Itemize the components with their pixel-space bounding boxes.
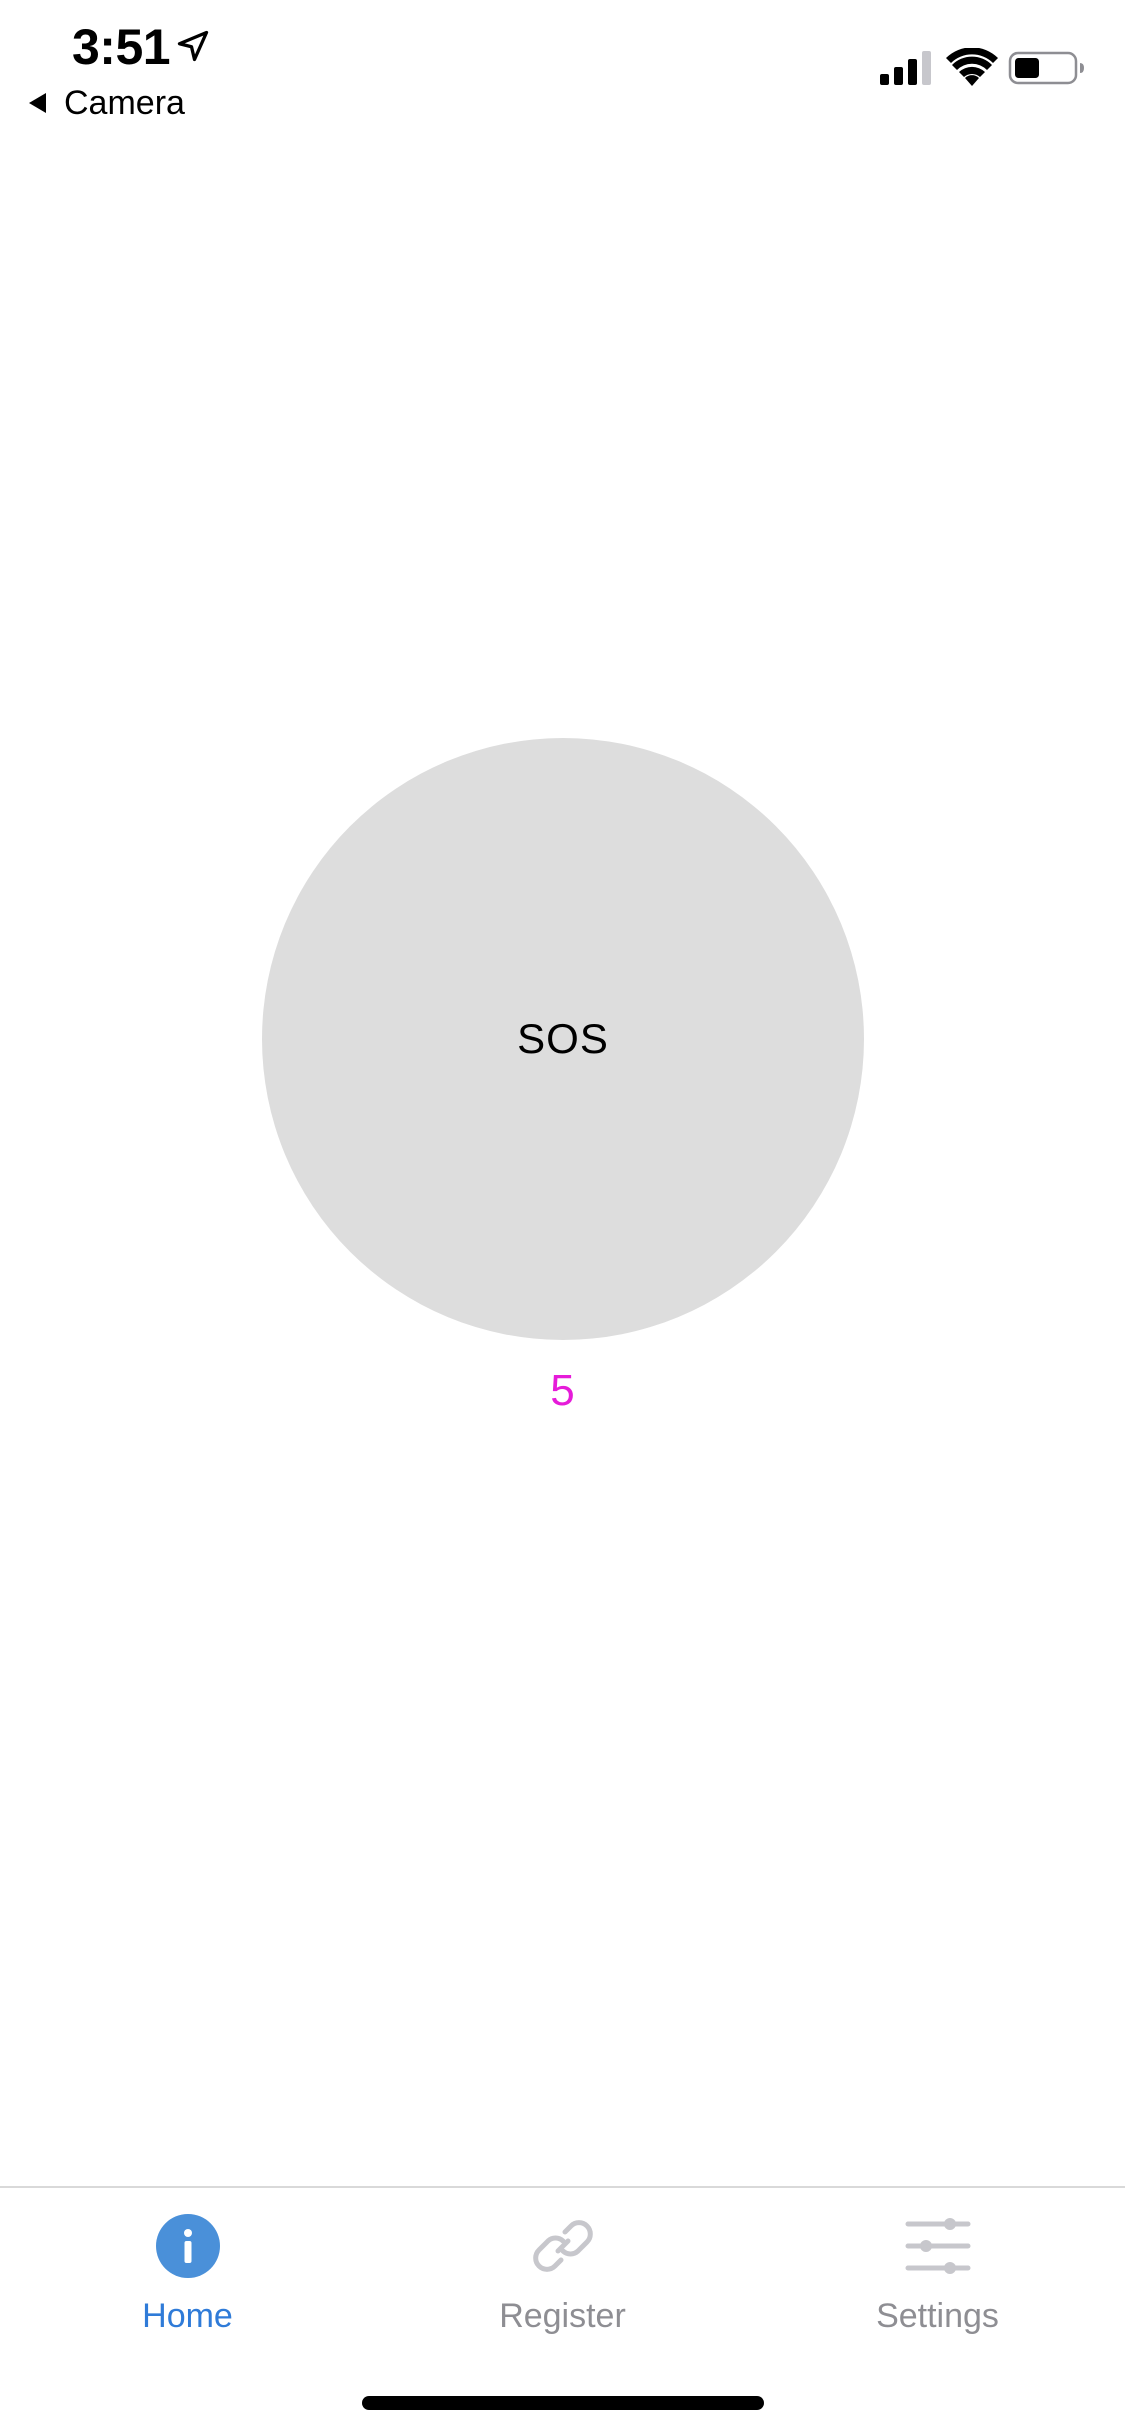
- battery-icon: [1008, 51, 1084, 85]
- tab-home[interactable]: Home: [0, 2188, 375, 2378]
- countdown-value: 5: [550, 1366, 575, 1415]
- tab-settings-label: Settings: [876, 2297, 999, 2335]
- location-arrow-icon: [177, 30, 209, 62]
- screen: 3:51 Camera SOS 5 Home Register Settings: [0, 0, 1125, 2436]
- tab-register-label: Register: [499, 2297, 626, 2335]
- tab-register[interactable]: Register: [375, 2188, 750, 2378]
- back-triangle-icon: [29, 93, 46, 113]
- home-indicator: [362, 2396, 764, 2410]
- status-time: 3:51: [72, 19, 171, 75]
- wifi-icon: [946, 48, 998, 86]
- sliders-icon: [905, 2218, 970, 2274]
- tab-home-label: Home: [142, 2297, 233, 2335]
- cellular-signal-icon: [880, 51, 931, 85]
- info-icon: [155, 2214, 220, 2278]
- link-icon: [532, 2220, 593, 2272]
- back-label: Camera: [64, 83, 185, 122]
- sos-button[interactable]: SOS: [262, 738, 864, 1340]
- back-to-camera-link[interactable]: Camera: [26, 78, 185, 128]
- sos-label: SOS: [517, 1015, 609, 1062]
- tab-settings[interactable]: Settings: [750, 2188, 1125, 2378]
